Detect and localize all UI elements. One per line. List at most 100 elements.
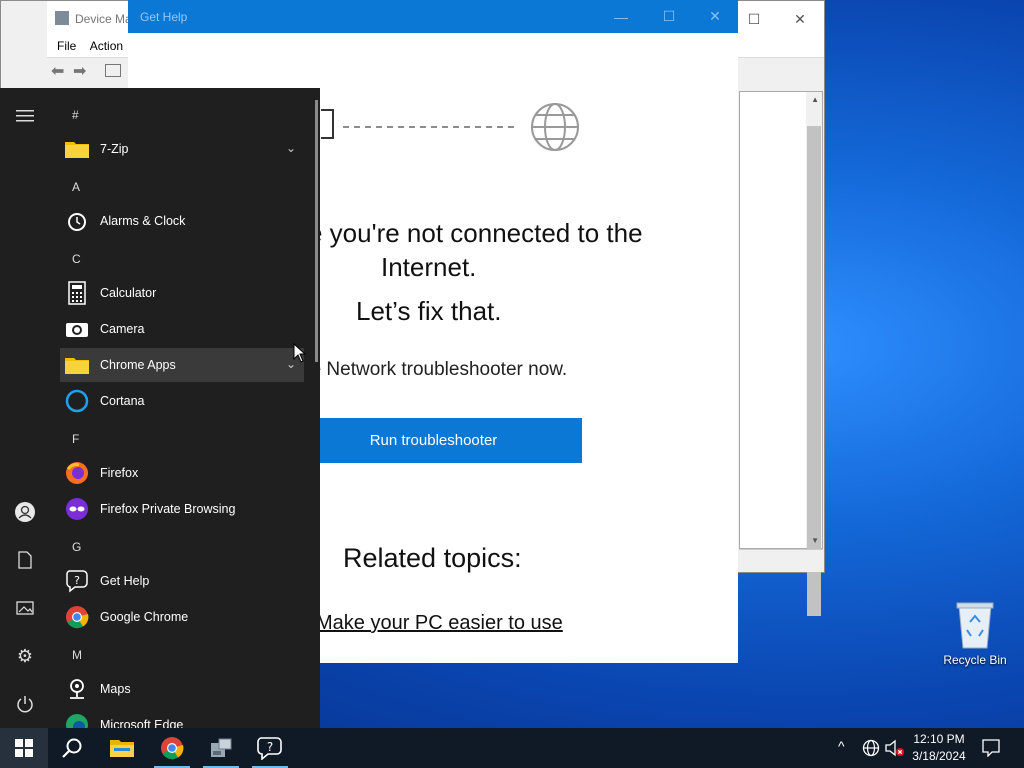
app-alarms-clock[interactable]: Alarms & Clock (60, 204, 304, 238)
windows-start-icon (15, 739, 33, 757)
notification-icon[interactable] (982, 739, 1000, 757)
get-help-icon: ? (64, 568, 90, 594)
clock-date: 3/18/2024 (912, 749, 966, 763)
device-manager-maximize-button[interactable]: ☐ (733, 5, 775, 33)
cortana-icon (64, 388, 90, 414)
laptop-icon (321, 109, 334, 139)
section-letter[interactable]: F (72, 432, 79, 446)
pictures-icon[interactable] (13, 596, 37, 620)
section-letter[interactable]: G (72, 540, 81, 554)
recycle-bin-label: Recycle Bin (943, 653, 1007, 667)
connection-illustration (321, 103, 579, 151)
section-letter[interactable]: # (72, 108, 79, 122)
get-help-titlebar[interactable]: Get Help — ☐ ✕ (128, 0, 738, 33)
taskbar-search-button[interactable] (48, 728, 96, 768)
app-google-chrome[interactable]: Google Chrome (60, 600, 304, 634)
app-label: Cortana (100, 394, 145, 408)
clock-time: 12:10 PM (913, 732, 965, 746)
calculator-icon (64, 280, 90, 306)
headline-line-2: Internet. (381, 252, 477, 282)
app-firefox[interactable]: Firefox (60, 456, 304, 490)
section-letter[interactable]: A (72, 180, 80, 194)
device-manager-icon (211, 738, 232, 757)
device-tree-panel[interactable]: ▲ ▼ (739, 91, 823, 616)
app-label: Maps (100, 682, 131, 696)
app-label: Microsoft Edge (100, 718, 184, 728)
app-list[interactable]: # 7-Zip ⌄ A Alarms & Clock C Calculator … (50, 88, 312, 728)
get-help-icon: ? (257, 737, 282, 760)
taskbar-chrome[interactable] (148, 728, 196, 768)
power-icon[interactable] (13, 692, 37, 716)
taskbar-device-manager[interactable] (197, 728, 245, 768)
headline-line-1: e you're not connected to the (308, 218, 643, 248)
get-help-close-button[interactable]: ✕ (692, 0, 738, 33)
start-button[interactable] (0, 728, 48, 768)
section-letter[interactable]: M (72, 648, 82, 662)
run-troubleshooter-button[interactable]: Run troubleshooter (285, 418, 582, 463)
section-letter[interactable]: C (72, 252, 81, 266)
app-cortana[interactable]: Cortana (60, 384, 304, 418)
app-7-zip[interactable]: 7-Zip ⌄ (60, 132, 304, 166)
get-help-title: Get Help (140, 10, 188, 24)
firefox-private-icon (64, 496, 90, 522)
recycle-bin-shortcut[interactable]: Recycle Bin (940, 600, 1010, 667)
folder-icon (64, 352, 90, 378)
system-clock[interactable]: 12:10 PM 3/18/2024 (903, 731, 975, 765)
file-explorer-icon (110, 740, 134, 757)
properties-icon[interactable] (105, 64, 121, 77)
device-manager-app-icon (55, 11, 69, 25)
app-label: Chrome Apps (100, 358, 176, 372)
firefox-icon (64, 460, 90, 486)
menu-file[interactable]: File (57, 39, 76, 53)
app-label: Firefox (100, 466, 139, 480)
app-get-help[interactable]: ? Get Help (60, 564, 304, 598)
taskbar: ? ^ 12:10 PM 3/18/2024 (0, 728, 1024, 768)
app-label: Camera (100, 322, 145, 336)
scroll-down-icon[interactable]: ▼ (811, 536, 819, 545)
app-maps[interactable]: Maps (60, 672, 304, 706)
app-chrome-apps[interactable]: Chrome Apps ⌄ (60, 348, 304, 382)
recycle-bin-icon (956, 602, 994, 649)
app-label: 7-Zip (100, 142, 129, 156)
menu-action[interactable]: Action (90, 39, 123, 53)
app-camera[interactable]: Camera (60, 312, 304, 346)
chrome-icon (64, 604, 90, 630)
device-manager-close-button[interactable]: ✕ (779, 5, 821, 33)
maps-icon (64, 676, 90, 702)
chevron-up-icon[interactable]: ^ (838, 738, 845, 754)
globe-icon (531, 103, 579, 151)
get-help-minimize-button[interactable]: — (598, 0, 644, 33)
get-help-maximize-button[interactable]: ☐ (646, 0, 692, 33)
app-label: Get Help (100, 574, 150, 588)
device-tree-scrollbar[interactable]: ▲ ▼ (806, 92, 822, 616)
svg-text:?: ? (267, 740, 273, 754)
edge-icon (64, 712, 90, 728)
instruction-text: he Network troubleshooter now. (300, 359, 568, 380)
related-topic-link[interactable]: Make your PC easier to use (316, 612, 563, 635)
folder-icon (64, 136, 90, 162)
chevron-down-icon[interactable]: ⌄ (286, 141, 296, 155)
settings-icon[interactable]: ⚙ (13, 644, 37, 668)
network-icon[interactable] (862, 739, 880, 757)
device-manager-statusbar (739, 549, 823, 572)
scroll-up-icon[interactable]: ▲ (811, 95, 819, 104)
app-list-scrollbar[interactable] (315, 100, 318, 362)
app-microsoft-edge[interactable]: Microsoft Edge (60, 708, 304, 728)
back-arrow-icon[interactable]: ⬅ (51, 61, 64, 81)
app-label: Firefox Private Browsing (100, 502, 236, 516)
user-icon[interactable] (13, 500, 37, 524)
camera-icon (64, 316, 90, 342)
related-topics-heading: Related topics: (343, 543, 522, 573)
app-label: Google Chrome (100, 610, 189, 624)
documents-icon[interactable] (13, 548, 37, 572)
volume-muted-icon[interactable] (885, 739, 905, 757)
search-icon (62, 738, 82, 758)
taskbar-file-explorer[interactable] (98, 728, 146, 768)
hamburger-icon[interactable] (13, 104, 37, 128)
taskbar-get-help[interactable]: ? (246, 728, 294, 768)
app-firefox-private[interactable]: Firefox Private Browsing (60, 492, 304, 526)
mouse-cursor-icon (293, 343, 307, 363)
app-calculator[interactable]: Calculator (60, 276, 304, 310)
forward-arrow-icon[interactable]: ➡ (73, 61, 86, 81)
app-label: Calculator (100, 286, 157, 300)
